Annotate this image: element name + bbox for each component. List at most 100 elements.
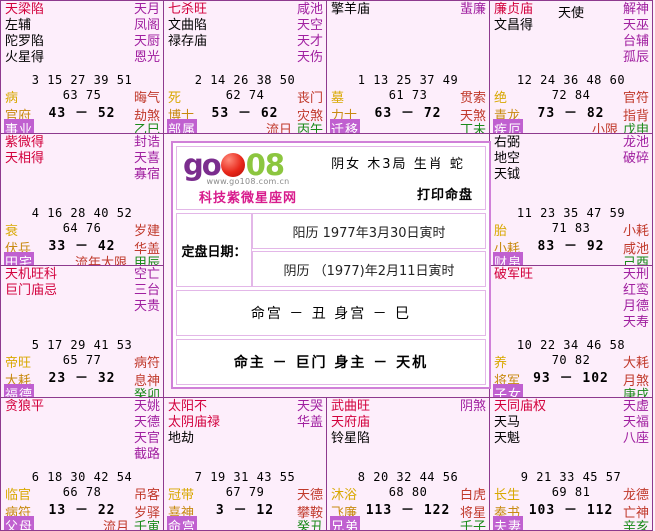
palace-cell-wu[interactable]: 七杀旺 文曲陷 禄存庙 咸池 天空 天才 天伤 2 14 26 38 50 62 74 53 － …	[163, 0, 327, 134]
age-row-1: 1 13 25 37 49	[357, 73, 459, 87]
star-name-block: 紫微得 天相得	[5, 135, 44, 167]
life-body-master-line: 命主 － 巨门 身主 － 天机	[176, 339, 486, 385]
palace-name-label[interactable]: 事业	[4, 119, 35, 133]
major-star: 贪狼平	[5, 399, 45, 414]
minor-star: 天福	[622, 415, 649, 430]
palace-cell-chen[interactable]: 紫微得 天相得 封诰 天喜 寡宿 4 16 28 40 52 64 76 33 － 42 衰伏兵…	[0, 133, 164, 267]
twelve-stage-label: 养	[494, 356, 508, 371]
dates-label: 定盘日期：	[176, 213, 252, 287]
minor-star: 恩光	[133, 50, 160, 65]
major-star: 紫微得	[5, 135, 45, 150]
major-star: 武曲旺	[331, 399, 371, 414]
minor-star: 八座	[622, 431, 649, 446]
minor-star: 三台	[133, 283, 160, 298]
minor-star: 破碎	[622, 151, 649, 166]
twelve-stage-label: 死	[168, 91, 182, 106]
assistant-star: 天魁	[494, 431, 521, 446]
palace-cell-mao[interactable]: 天机旺科 巨门庙忌 空亡 三台 天贵 5 17 29 41 53 65 77 23 － 32 帝…	[0, 265, 164, 399]
print-chart-button[interactable]: 打印命盘	[317, 184, 479, 203]
palace-cell-hai[interactable]: 天同庙权 天马 天魁 天虚 天福 八座 9 21 33 45 57 69 81 103 － 11…	[489, 397, 653, 531]
major-star: 太阴庙禄	[168, 415, 221, 430]
palace-name-label[interactable]: 夫妻	[493, 516, 524, 530]
twelve-stage-label: 衰	[5, 224, 19, 239]
star-name-block: 擎羊庙	[331, 2, 370, 18]
minor-star-block: 天虚 天福 八座	[623, 399, 649, 447]
minor-star-block: 封诰 天喜 寡宿	[134, 135, 160, 183]
palace-cell-shen[interactable]: 廉贞庙 文昌得 天使 解神 天巫 台辅 孤辰 12 24 36 48 60 72 84 73 － …	[489, 0, 653, 134]
palace-name-label[interactable]: 迁移	[330, 119, 361, 133]
minor-star: 天伤	[296, 50, 323, 65]
minor-star-block: 空亡 三台 天贵	[134, 267, 160, 315]
assistant-star: 地空	[494, 151, 521, 166]
star-name-block: 太阳不 太阴庙禄 地劫	[168, 399, 220, 447]
major-star: 太阳不	[168, 399, 208, 414]
minor-star: 天官	[133, 431, 160, 446]
palace-name-label[interactable]: 兄弟	[330, 516, 361, 530]
star-name-block: 武曲旺 天府庙 铃星陷	[331, 399, 370, 447]
minor-star: 天巫	[622, 18, 649, 33]
major-star: 天相得	[5, 151, 45, 166]
palace-name-label[interactable]: 部属	[167, 119, 198, 133]
palace-name-label[interactable]: 父母	[4, 516, 35, 530]
star-name-block: 天机旺科 巨门庙忌	[5, 267, 57, 299]
star-name-block: 天梁陷 左辅 陀罗陷 火星得	[5, 2, 44, 66]
annual-star-label: 龙德	[622, 488, 649, 503]
twelve-stage-label: 临官	[5, 488, 32, 503]
center-header: go 08 www.go108.com.cn 科技紫微星座网 阴女 木3局 生肖…	[176, 146, 486, 210]
assistant-star: 左辅	[5, 18, 32, 33]
annual-star-label: 吊客	[133, 488, 160, 503]
ganzhi-label: 癸丑	[296, 520, 323, 531]
age-row-1: 2 14 26 38 50	[194, 73, 296, 87]
assistant-star: 右弼	[494, 135, 521, 150]
assistant-star: 天马	[494, 415, 521, 430]
palace-cell-xu[interactable]: 破军旺 天刑 红鸾 月德 天寿 10 22 34 46 58 70 82 93 － 102 养将…	[489, 265, 653, 399]
minor-star: 阴煞	[459, 399, 486, 414]
palace-cell-wei[interactable]: 擎羊庙 蜚廉 1 13 25 37 49 61 73 63 － 72 墓力士 迁移 贯索 天煞丁…	[326, 0, 490, 134]
minor-star-block: 天姚 天德 天官 截路	[134, 399, 160, 463]
age-row-1: 12 24 36 48 60	[516, 73, 626, 87]
minor-star: 天刑	[622, 267, 649, 282]
minor-star: 龙池	[622, 135, 649, 150]
age-row-1: 4 16 28 40 52	[31, 206, 133, 220]
palace-cell-chou[interactable]: 太阳不 太阴庙禄 地劫 天哭 华盖 7 19 31 43 55 67 79 3 － 12 冠带喜…	[163, 397, 327, 531]
age-row-1: 3 15 27 39 51	[31, 73, 133, 87]
minor-star: 天姚	[133, 399, 160, 414]
minor-star-block: 蜚廉	[460, 2, 486, 18]
twelve-stage-label: 墓	[331, 91, 345, 106]
annual-star-label: 病符	[133, 356, 160, 371]
minor-star-block: 天月 凤阁 天厨 恩光	[134, 2, 160, 66]
minor-star: 解神	[622, 2, 649, 17]
age-row-1: 8 20 32 44 56	[357, 470, 459, 484]
palace-cell-si[interactable]: 天梁陷 左辅 陀罗陷 火星得 天月 凤阁 天厨 恩光 3 15 27 39 51 63 75 43 …	[0, 0, 164, 134]
palace-name-label[interactable]: 命宫	[167, 516, 198, 530]
annual-star-label: 丧门	[296, 91, 323, 106]
center-header-right: 阴女 木3局 生肖 蛇 打印命盘	[313, 153, 479, 203]
go108-logo: go 08 www.go108.com.cn 科技紫微星座网	[183, 150, 313, 206]
star-name-block: 七杀旺 文曲陷 禄存庙	[168, 2, 207, 50]
annual-star-label: 官符	[622, 91, 649, 106]
palace-cell-zi[interactable]: 武曲旺 天府庙 铃星陷 阴煞 8 20 32 44 56 68 80 113 － 122 沐浴…	[326, 397, 490, 531]
life-body-palace-line: 命宫 － 丑 身宫 － 巳	[176, 290, 486, 336]
minor-star-block: 咸池 天空 天才 天伤	[297, 2, 323, 66]
palace-cell-you[interactable]: 右弼 地空 天钺 龙池 破碎 11 23 35 47 59 71 83 83 － 92 胎小耗财…	[489, 133, 653, 267]
minor-star-block: 解神 天巫 台辅 孤辰	[623, 2, 649, 66]
ganzhi-label: 丙午	[296, 123, 323, 134]
dates-values: 阳历 1977年3月30日寅时 阴历 （1977)年2月11日寅时	[252, 213, 486, 287]
logo-08-text: 08	[245, 147, 285, 182]
assistant-star: 铃星陷	[331, 431, 371, 446]
annual-star-label: 贯索	[459, 91, 486, 106]
minor-star: 天月	[133, 2, 160, 17]
twelve-stage-label: 绝	[494, 91, 508, 106]
minor-star: 蜚廉	[459, 2, 486, 17]
palace-name-label[interactable]: 疾厄	[493, 119, 524, 133]
age-row-1: 11 23 35 47 59	[516, 206, 626, 220]
palace-cell-yin[interactable]: 贪狼平 天姚 天德 天官 截路 6 18 30 42 54 66 78 13 － 22 临官 病符…	[0, 397, 164, 531]
twelve-stage-label: 帝旺	[5, 356, 32, 371]
minor-star: 空亡	[133, 267, 160, 282]
ganzhi-label: 壬子	[459, 520, 486, 531]
major-star: 天机旺科	[5, 267, 58, 282]
twelve-stage-label: 长生	[494, 488, 521, 503]
minor-star: 封诰	[133, 135, 160, 150]
center-info-panel: go 08 www.go108.com.cn 科技紫微星座网 阴女 木3局 生肖…	[171, 141, 491, 389]
minor-star: 截路	[133, 447, 160, 462]
